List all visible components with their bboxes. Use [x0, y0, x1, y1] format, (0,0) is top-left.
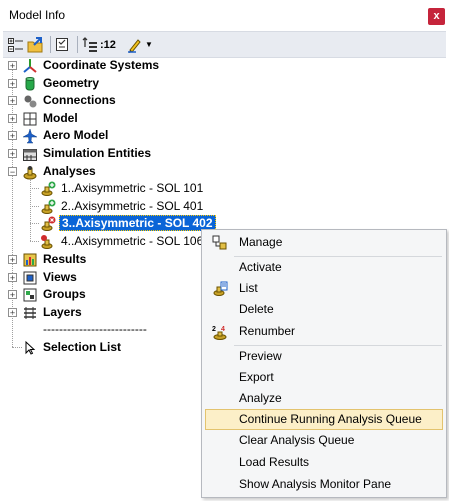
tree-guide-line	[30, 188, 39, 189]
tree-item-label: Coordinate Systems	[43, 58, 160, 72]
tree-item-label: Results	[43, 252, 87, 266]
calendar-icon	[22, 146, 38, 162]
tree-item-label: Aero Model	[43, 128, 109, 142]
expand-icon[interactable]: +	[8, 290, 17, 300]
menu-item-continue-running-analysis-queue[interactable]: Continue Running Analysis Queue	[205, 409, 443, 430]
groups-icon	[22, 287, 38, 303]
list-icon	[211, 280, 229, 298]
menu-item-label: Preview	[239, 349, 282, 363]
chevron-down-icon: ▼	[145, 40, 153, 49]
connection-icon	[22, 93, 38, 109]
analysis-add-icon	[40, 199, 56, 215]
context-menu: Manage Activate List Delete 24 Renumber …	[201, 229, 447, 498]
tree-item-label: Connections	[43, 93, 116, 107]
menu-item-label: Manage	[239, 235, 283, 249]
manage-icon	[211, 234, 229, 252]
pencil-icon	[128, 38, 141, 53]
expand-icon[interactable]: +	[8, 96, 17, 106]
tree-item-label: 2..Axisymmetric - SOL 401	[61, 199, 204, 213]
expand-icon[interactable]: +	[8, 114, 17, 124]
checklist-icon	[56, 37, 68, 51]
tree-guide-line	[30, 223, 39, 224]
cylinder-icon	[22, 76, 38, 92]
menu-item-label: Analyze	[239, 391, 282, 405]
tree-guide-line	[30, 206, 39, 207]
menu-item-label: Show Analysis Monitor Pane	[239, 477, 392, 491]
highlight-dropdown-button[interactable]: ▼	[127, 35, 155, 54]
axes-icon	[22, 58, 38, 74]
menu-item-label: Delete	[239, 302, 274, 316]
cursor-icon	[22, 340, 38, 356]
tree-item-label: Geometry	[43, 76, 100, 90]
expand-icon[interactable]: +	[8, 273, 17, 283]
toolbar-separator	[77, 36, 78, 53]
tree-options-icon	[8, 37, 23, 52]
list-arrow-icon	[82, 36, 97, 52]
views-icon	[22, 270, 38, 286]
expand-icon[interactable]: +	[8, 79, 17, 89]
entity-count-button[interactable]: :12	[82, 35, 122, 54]
tree-guide-line	[30, 241, 39, 242]
analysis-add-icon	[40, 181, 56, 197]
svg-text:2: 2	[212, 326, 216, 333]
window-title: Model Info	[9, 8, 66, 22]
title-bar: Model Info x	[0, 0, 449, 30]
menu-item-show-analysis-monitor-pane[interactable]: Show Analysis Monitor Pane	[205, 474, 443, 495]
entity-count-label: :12	[100, 38, 116, 51]
menu-item-label: Export	[239, 370, 274, 384]
expand-icon[interactable]: +	[8, 61, 17, 71]
analysis-icon	[22, 164, 38, 180]
tree-guide-line	[12, 313, 13, 347]
tree-item-label: Model	[43, 111, 78, 125]
menu-item-renumber[interactable]: 24 Renumber	[205, 321, 443, 342]
menu-item-list[interactable]: List	[205, 278, 443, 299]
menu-item-label: List	[239, 281, 258, 295]
tree-item-label: Views	[43, 270, 77, 284]
expand-icon[interactable]: +	[8, 255, 17, 265]
menu-item-activate[interactable]: Activate	[205, 257, 443, 278]
tree-item-label: Simulation Entities	[43, 146, 152, 160]
menu-item-manage[interactable]: Manage	[205, 232, 443, 253]
separator-text: --------------------------	[43, 322, 147, 336]
results-icon	[22, 252, 38, 268]
tree-item-label-selected: 3..Axisymmetric - SOL 402	[59, 215, 216, 231]
expand-icon[interactable]: +	[8, 131, 17, 141]
menu-item-clear-analysis-queue[interactable]: Clear Analysis Queue	[205, 430, 443, 451]
renumber-icon: 24	[211, 323, 229, 341]
menu-item-label: Load Results	[239, 455, 310, 469]
expand-icon[interactable]: +	[8, 149, 17, 159]
menu-item-label: Activate	[239, 260, 282, 274]
aircraft-icon	[22, 128, 38, 144]
menu-item-label: Renumber	[239, 324, 296, 338]
menu-item-load-results[interactable]: Load Results	[205, 452, 443, 473]
grid-icon	[22, 111, 38, 127]
menu-item-label: Continue Running Analysis Queue	[239, 412, 422, 426]
menu-item-delete[interactable]: Delete	[205, 299, 443, 320]
tree-options-button[interactable]	[7, 35, 25, 54]
check-list-button[interactable]	[54, 35, 72, 54]
tree-item-label: 1..Axisymmetric - SOL 101	[61, 181, 204, 195]
menu-item-label: Clear Analysis Queue	[239, 433, 355, 447]
tree-item-label: Analyses	[43, 164, 96, 178]
toolbar: :12 ▼	[3, 31, 446, 58]
tree-item-label: Layers	[43, 305, 82, 319]
tree-guide-line	[12, 347, 22, 348]
menu-item-preview[interactable]: Preview	[205, 346, 443, 367]
layers-icon	[22, 305, 38, 321]
tree-item-label: Groups	[43, 287, 86, 301]
analysis-error-icon	[40, 216, 56, 232]
tree-item-label: Selection List	[43, 340, 122, 354]
folder-arrow-icon	[27, 36, 43, 52]
toolbar-separator	[50, 36, 51, 53]
open-folder-button[interactable]	[27, 35, 45, 54]
tree-item-label: 4..Axisymmetric - SOL 106	[61, 234, 204, 248]
collapse-icon[interactable]: −	[8, 167, 17, 177]
menu-item-analyze[interactable]: Analyze	[205, 388, 443, 409]
menu-item-export[interactable]: Export	[205, 367, 443, 388]
close-button[interactable]: x	[428, 8, 445, 25]
analysis-pending-icon	[40, 234, 56, 250]
